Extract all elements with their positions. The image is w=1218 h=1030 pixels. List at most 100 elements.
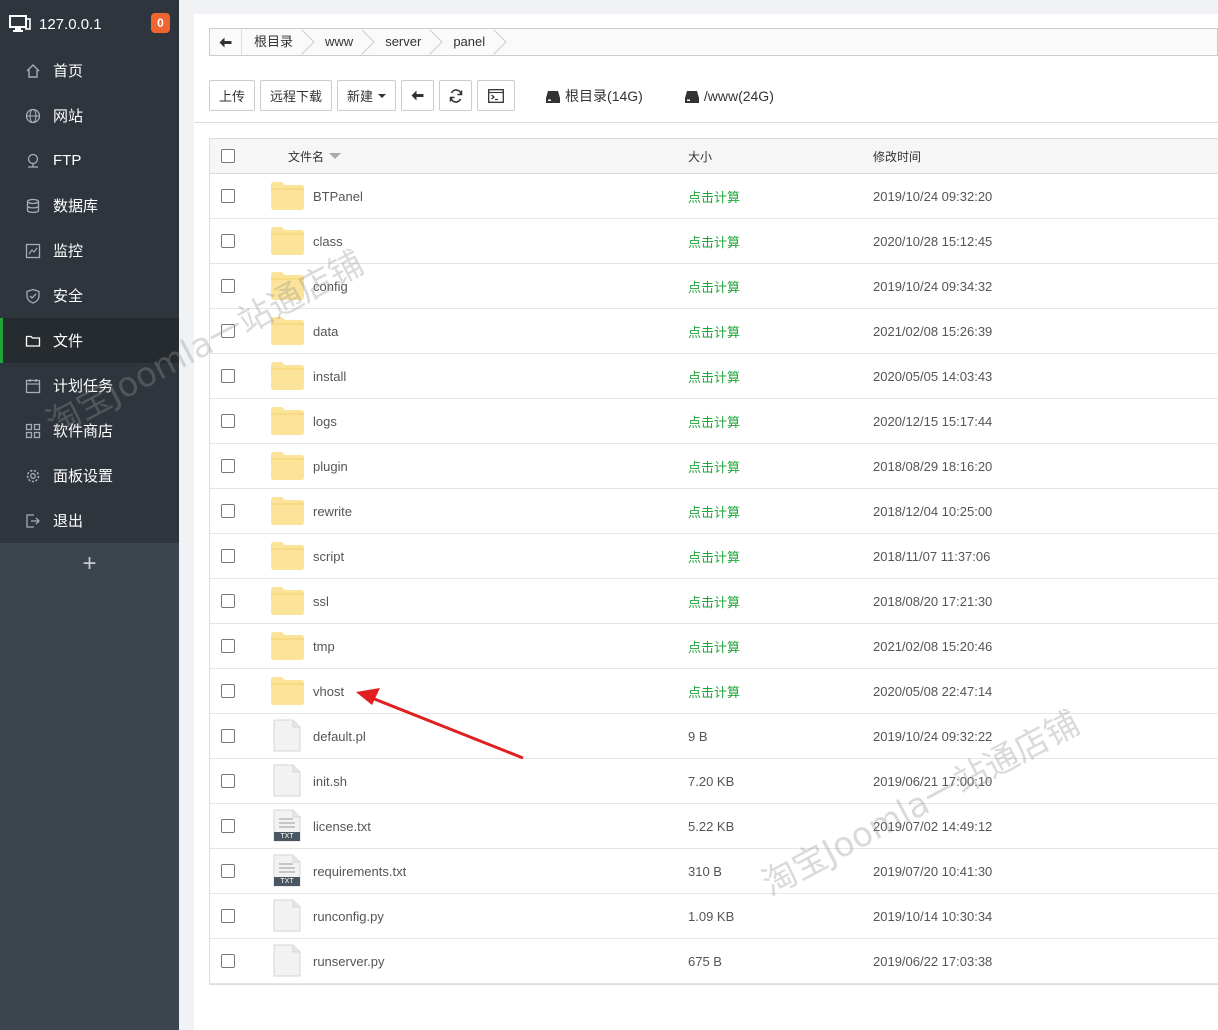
sidebar-item-database[interactable]: 数据库 [0, 183, 179, 228]
calculate-size-link[interactable]: 点击计算 [688, 534, 740, 578]
row-checkbox[interactable] [221, 909, 235, 923]
calculate-size-link[interactable]: 点击计算 [688, 219, 740, 263]
row-checkbox[interactable] [221, 324, 235, 338]
row-checkbox[interactable] [221, 684, 235, 698]
table-row[interactable]: init.sh 7.20 KB 2019/06/21 17:00:10 [210, 759, 1218, 804]
upload-button[interactable]: 上传 [209, 80, 256, 111]
table-row[interactable]: vhost 点击计算 2020/05/08 22:47:14 [210, 669, 1218, 714]
sidebar-item-app-store[interactable]: 软件商店 [0, 408, 179, 453]
row-checkbox[interactable] [221, 459, 235, 473]
table-row[interactable]: default.pl 9 B 2019/10/24 09:32:22 [210, 714, 1218, 759]
file-name[interactable]: rewrite [313, 489, 352, 533]
file-name[interactable]: install [313, 354, 346, 398]
table-row[interactable]: script 点击计算 2018/11/07 11:37:06 [210, 534, 1218, 579]
breadcrumb-www[interactable]: www [313, 29, 367, 55]
sidebar-item-security[interactable]: 安全 [0, 273, 179, 318]
row-checkbox[interactable] [221, 594, 235, 608]
file-name[interactable]: runserver.py [313, 939, 385, 983]
sidebar-item-files[interactable]: 文件 [0, 318, 179, 363]
breadcrumb-panel[interactable]: panel [441, 29, 499, 55]
modified-time: 2019/07/02 14:49:12 [873, 818, 993, 834]
file-name[interactable]: tmp [313, 624, 335, 668]
column-size-header[interactable]: 大小 [688, 139, 712, 173]
sidebar-item-settings[interactable]: 面板设置 [0, 453, 179, 498]
row-checkbox[interactable] [221, 414, 235, 428]
calculate-size-link[interactable]: 点击计算 [688, 624, 740, 668]
file-name[interactable]: BTPanel [313, 174, 363, 218]
row-checkbox[interactable] [221, 189, 235, 203]
table-row[interactable]: TXT license.txt 5.22 KB 2019/07/02 14:49:12 [210, 804, 1218, 849]
column-name-header[interactable]: 文件名 [288, 139, 342, 173]
sidebar-item-logout[interactable]: 退出 [0, 498, 179, 543]
file-name[interactable]: requirements.txt [313, 849, 406, 893]
table-row[interactable]: plugin 点击计算 2018/08/29 18:16:20 [210, 444, 1218, 489]
remote-download-button[interactable]: 远程下载 [260, 80, 333, 111]
column-time-header[interactable]: 修改时间 [873, 139, 921, 173]
file-name[interactable]: license.txt [313, 804, 371, 848]
table-row[interactable]: TXT requirements.txt 310 B 2019/07/20 10:41… [210, 849, 1218, 894]
calculate-size-link[interactable]: 点击计算 [688, 174, 740, 218]
row-checkbox[interactable] [221, 549, 235, 563]
row-checkbox[interactable] [221, 279, 235, 293]
file-name[interactable]: ssl [313, 579, 329, 623]
sidebar-item-cron[interactable]: 计划任务 [0, 363, 179, 408]
breadcrumb-back-button[interactable] [210, 29, 242, 55]
sidebar-item-ftp[interactable]: FTP [0, 138, 179, 183]
table-row[interactable]: BTPanel 点击计算 2019/10/24 09:32:20 [210, 174, 1218, 219]
calculate-size-link[interactable]: 点击计算 [688, 399, 740, 443]
row-checkbox[interactable] [221, 954, 235, 968]
row-checkbox[interactable] [221, 639, 235, 653]
add-menu-button[interactable]: + [0, 543, 179, 585]
disk-www[interactable]: /www(24G) [684, 88, 774, 104]
new-dropdown-button[interactable]: 新建 [337, 80, 397, 111]
breadcrumb-root[interactable]: 根目录 [242, 29, 307, 55]
row-checkbox[interactable] [221, 369, 235, 383]
file-name[interactable]: data [313, 309, 338, 353]
file-name[interactable]: init.sh [313, 759, 347, 803]
back-button[interactable] [401, 80, 435, 111]
sidebar-item-monitor[interactable]: 监控 [0, 228, 179, 273]
row-checkbox[interactable] [221, 864, 235, 878]
table-row[interactable]: runconfig.py 1.09 KB 2019/10/14 10:30:34 [210, 894, 1218, 939]
table-row[interactable]: config 点击计算 2019/10/24 09:34:32 [210, 264, 1218, 309]
row-checkbox[interactable] [221, 729, 235, 743]
table-row[interactable]: class 点击计算 2020/10/28 15:12:45 [210, 219, 1218, 264]
sidebar-item-home[interactable]: 首页 [0, 48, 179, 93]
calculate-size-link[interactable]: 点击计算 [688, 579, 740, 623]
table-row[interactable]: tmp 点击计算 2021/02/08 15:20:46 [210, 624, 1218, 669]
calculate-size-link[interactable]: 点击计算 [688, 264, 740, 308]
sidebar-item-label: 监控 [53, 243, 84, 260]
file-name[interactable]: vhost [313, 669, 344, 713]
calculate-size-link[interactable]: 点击计算 [688, 354, 740, 398]
table-row[interactable]: ssl 点击计算 2018/08/20 17:21:30 [210, 579, 1218, 624]
row-checkbox[interactable] [221, 234, 235, 248]
select-all-checkbox[interactable] [221, 149, 235, 163]
table-row[interactable]: rewrite 点击计算 2018/12/04 10:25:00 [210, 489, 1218, 534]
modified-time: 2020/05/05 14:03:43 [873, 368, 993, 384]
table-row[interactable]: data 点击计算 2021/02/08 15:26:39 [210, 309, 1218, 354]
disk-root[interactable]: 根目录(14G) [546, 86, 643, 106]
sidebar-item-label: 软件商店 [53, 423, 114, 440]
file-name[interactable]: plugin [313, 444, 348, 488]
calculate-size-link[interactable]: 点击计算 [688, 309, 740, 353]
file-name[interactable]: logs [313, 399, 337, 443]
table-row[interactable]: install 点击计算 2020/05/05 14:03:43 [210, 354, 1218, 399]
calculate-size-link[interactable]: 点击计算 [688, 444, 740, 488]
file-name[interactable]: default.pl [313, 714, 366, 758]
calculate-size-link[interactable]: 点击计算 [688, 669, 740, 713]
row-checkbox[interactable] [221, 819, 235, 833]
refresh-button[interactable] [439, 80, 473, 111]
row-checkbox[interactable] [221, 774, 235, 788]
row-checkbox[interactable] [221, 504, 235, 518]
table-row[interactable]: runserver.py 675 B 2019/06/22 17:03:38 [210, 939, 1218, 984]
file-name[interactable]: script [313, 534, 344, 578]
terminal-button[interactable] [477, 80, 516, 111]
calculate-size-link[interactable]: 点击计算 [688, 489, 740, 533]
file-name[interactable]: runconfig.py [313, 894, 384, 938]
breadcrumb-server[interactable]: server [373, 29, 435, 55]
file-name[interactable]: config [313, 264, 348, 308]
notification-badge[interactable]: 0 [151, 13, 170, 33]
sidebar-item-website[interactable]: 网站 [0, 93, 179, 138]
table-row[interactable]: logs 点击计算 2020/12/15 15:17:44 [210, 399, 1218, 444]
file-name[interactable]: class [313, 219, 343, 263]
